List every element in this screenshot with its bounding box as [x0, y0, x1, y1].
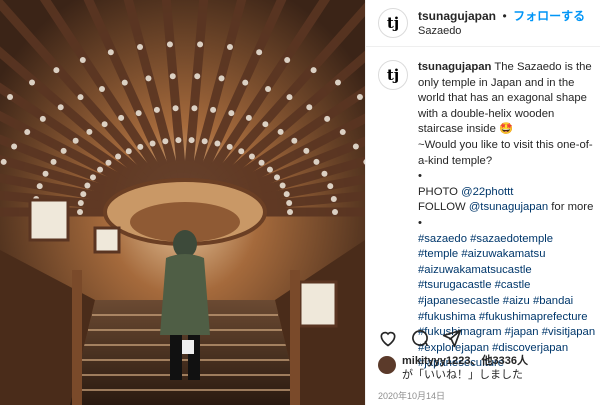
caption-bullet: •: [418, 170, 422, 183]
comment-icon[interactable]: [410, 328, 430, 348]
hashtag-link[interactable]: #japan: [505, 326, 539, 338]
separator-dot: •: [502, 8, 507, 23]
post-sidebar: tj tsunagujapan • フォローする Sazaedo tj tsun…: [365, 0, 600, 405]
follow-button[interactable]: フォローする: [513, 9, 585, 23]
follow-label: FOLLOW: [418, 201, 469, 214]
hashtag-link[interactable]: #aizuwakamatsucastle: [418, 264, 532, 276]
follow-handle-link[interactable]: @tsunagujapan: [469, 201, 548, 213]
hashtag-link[interactable]: #castle: [495, 279, 531, 291]
hashtag-link[interactable]: #japanesecastle: [418, 295, 500, 307]
post-photo[interactable]: [0, 0, 365, 405]
hashtag-list: #sazaedo #sazaedotemple #temple #aizuwak…: [418, 233, 595, 370]
hashtag-link[interactable]: #sazaedo: [418, 233, 467, 245]
share-icon[interactable]: [442, 328, 462, 348]
hashtag-link[interactable]: #fukushimaprefecture: [479, 311, 588, 323]
caption-username[interactable]: tsunagujapan: [418, 61, 491, 73]
hashtag-link[interactable]: #tsurugacastle: [418, 279, 491, 291]
caption-question: ~Would you like to visit this one-of-a-k…: [418, 138, 593, 167]
instagram-post: tj tsunagujapan • フォローする Sazaedo tj tsun…: [0, 0, 600, 405]
hashtag-link[interactable]: #visitjapan: [542, 326, 595, 338]
photo-credit-link[interactable]: @22phottt: [461, 186, 513, 198]
hashtag-link[interactable]: #discoverjapan: [492, 342, 568, 354]
likes-count[interactable]: 、他3336人: [471, 355, 528, 367]
heart-icon[interactable]: [378, 328, 398, 348]
caption-bullet-2: •: [418, 216, 422, 229]
caption-avatar[interactable]: tj: [378, 60, 408, 90]
account-avatar[interactable]: tj: [378, 8, 408, 38]
hashtag-link[interactable]: #sazaedotemple: [470, 233, 553, 245]
post-header: tj tsunagujapan • フォローする Sazaedo: [366, 0, 600, 47]
likes-summary: mikityyy1223、他3336人 が「いいね！」しました: [378, 354, 528, 382]
post-location[interactable]: Sazaedo: [418, 24, 585, 39]
caption-emoji: 🤩: [499, 123, 514, 136]
account-username[interactable]: tsunagujapan: [418, 9, 496, 23]
action-bar: [378, 328, 462, 348]
likes-suffix: が「いいね！」しました: [402, 369, 523, 381]
hashtag-link[interactable]: #temple: [418, 248, 458, 260]
hashtag-link[interactable]: #aizu: [503, 295, 530, 307]
post-caption: tj tsunagujapan The Sazaedo is the only …: [378, 60, 596, 372]
hashtag-link[interactable]: #bandai: [533, 295, 573, 307]
hashtag-link[interactable]: #aizuwakamatsu: [461, 248, 545, 260]
liker-username[interactable]: mikityyy1223: [402, 355, 471, 367]
follow-tail: for more: [548, 201, 594, 214]
photo-label: PHOTO: [418, 185, 462, 198]
hashtag-link[interactable]: #fukushima: [418, 311, 476, 323]
temple-interior-image: [0, 0, 365, 405]
post-date[interactable]: 2020年10月14日: [378, 389, 445, 402]
liker-avatar[interactable]: [378, 356, 396, 374]
